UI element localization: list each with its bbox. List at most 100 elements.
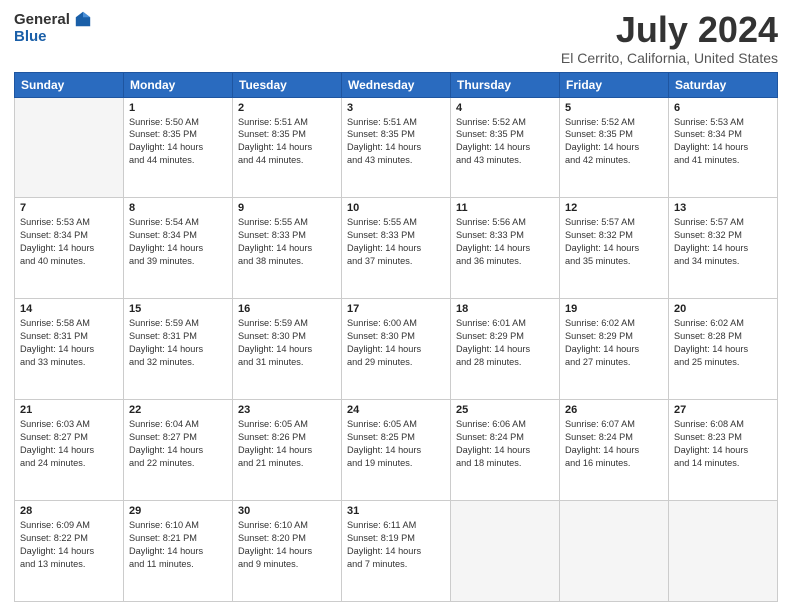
day-number: 15 <box>129 303 227 315</box>
day-info: Sunrise: 5:52 AMSunset: 8:35 PMDaylight:… <box>565 116 663 168</box>
day-info: Sunrise: 6:11 AMSunset: 8:19 PMDaylight:… <box>347 519 445 571</box>
day-info: Sunrise: 5:57 AMSunset: 8:32 PMDaylight:… <box>565 216 663 268</box>
day-number: 30 <box>238 505 336 517</box>
day-number: 22 <box>129 404 227 416</box>
day-number: 14 <box>20 303 118 315</box>
day-info: Sunrise: 5:51 AMSunset: 8:35 PMDaylight:… <box>347 116 445 168</box>
calendar-cell: 19 Sunrise: 6:02 AMSunset: 8:29 PMDayligh… <box>560 299 669 400</box>
calendar-cell <box>15 97 124 198</box>
day-number: 8 <box>129 202 227 214</box>
calendar-cell: 3 Sunrise: 5:51 AMSunset: 8:35 PMDaylight… <box>342 97 451 198</box>
calendar-week-row: 7 Sunrise: 5:53 AMSunset: 8:34 PMDaylight… <box>15 198 778 299</box>
calendar-cell: 27 Sunrise: 6:08 AMSunset: 8:23 PMDayligh… <box>669 400 778 501</box>
calendar-header-row: Sunday Monday Tuesday Wednesday Thursday… <box>15 72 778 97</box>
day-info: Sunrise: 6:08 AMSunset: 8:23 PMDaylight:… <box>674 418 772 470</box>
calendar-cell: 29 Sunrise: 6:10 AMSunset: 8:21 PMDayligh… <box>124 501 233 602</box>
main-title: July 2024 <box>561 10 778 50</box>
day-number: 20 <box>674 303 772 315</box>
calendar-cell: 12Sunrise: 5:57 AMSunset: 8:32 PMDayligh… <box>560 198 669 299</box>
header-tuesday: Tuesday <box>233 72 342 97</box>
calendar-cell: 31 Sunrise: 6:11 AMSunset: 8:19 PMDayligh… <box>342 501 451 602</box>
calendar-cell: 26Sunrise: 6:07 AMSunset: 8:24 PMDayligh… <box>560 400 669 501</box>
day-info: Sunrise: 5:54 AMSunset: 8:34 PMDaylight:… <box>129 216 227 268</box>
title-section: July 2024 El Cerrito, California, United… <box>561 10 778 66</box>
day-info: Sunrise: 6:07 AMSunset: 8:24 PMDaylight:… <box>565 418 663 470</box>
calendar-week-row: 21 Sunrise: 6:03 AMSunset: 8:27 PMDayligh… <box>15 400 778 501</box>
day-number: 5 <box>565 102 663 114</box>
logo-icon <box>74 10 92 28</box>
calendar-cell: 22Sunrise: 6:04 AMSunset: 8:27 PMDayligh… <box>124 400 233 501</box>
day-info: Sunrise: 5:58 AMSunset: 8:31 PMDaylight:… <box>20 317 118 369</box>
day-info: Sunrise: 5:50 AMSunset: 8:35 PMDaylight:… <box>129 116 227 168</box>
day-info: Sunrise: 5:53 AMSunset: 8:34 PMDaylight:… <box>20 216 118 268</box>
calendar-cell: 23Sunrise: 6:05 AMSunset: 8:26 PMDayligh… <box>233 400 342 501</box>
day-number: 17 <box>347 303 445 315</box>
logo: General Blue <box>14 10 92 45</box>
page: General Blue July 2024 El Cerrito, Calif… <box>0 0 792 612</box>
day-number: 11 <box>456 202 554 214</box>
day-number: 2 <box>238 102 336 114</box>
day-number: 29 <box>129 505 227 517</box>
day-info: Sunrise: 6:05 AMSunset: 8:25 PMDaylight:… <box>347 418 445 470</box>
calendar-cell: 11 Sunrise: 5:56 AMSunset: 8:33 PMDayligh… <box>451 198 560 299</box>
header-monday: Monday <box>124 72 233 97</box>
day-number: 19 <box>565 303 663 315</box>
calendar-cell <box>560 501 669 602</box>
calendar-cell <box>451 501 560 602</box>
day-number: 24 <box>347 404 445 416</box>
day-number: 25 <box>456 404 554 416</box>
calendar-cell: 30 Sunrise: 6:10 AMSunset: 8:20 PMDayligh… <box>233 501 342 602</box>
calendar-cell <box>669 501 778 602</box>
day-number: 13 <box>674 202 772 214</box>
calendar-cell: 20 Sunrise: 6:02 AMSunset: 8:28 PMDayligh… <box>669 299 778 400</box>
calendar-cell: 1 Sunrise: 5:50 AMSunset: 8:35 PMDaylight… <box>124 97 233 198</box>
day-info: Sunrise: 5:56 AMSunset: 8:33 PMDaylight:… <box>456 216 554 268</box>
calendar-cell: 10 Sunrise: 5:55 AMSunset: 8:33 PMDayligh… <box>342 198 451 299</box>
header-friday: Friday <box>560 72 669 97</box>
logo-blue-text: Blue <box>14 28 47 45</box>
day-info: Sunrise: 6:02 AMSunset: 8:29 PMDaylight:… <box>565 317 663 369</box>
day-number: 18 <box>456 303 554 315</box>
day-info: Sunrise: 5:59 AMSunset: 8:31 PMDaylight:… <box>129 317 227 369</box>
calendar-cell: 18 Sunrise: 6:01 AMSunset: 8:29 PMDayligh… <box>451 299 560 400</box>
day-info: Sunrise: 6:09 AMSunset: 8:22 PMDaylight:… <box>20 519 118 571</box>
calendar-cell: 4Sunrise: 5:52 AMSunset: 8:35 PMDaylight… <box>451 97 560 198</box>
day-info: Sunrise: 5:59 AMSunset: 8:30 PMDaylight:… <box>238 317 336 369</box>
day-number: 6 <box>674 102 772 114</box>
day-info: Sunrise: 6:10 AMSunset: 8:21 PMDaylight:… <box>129 519 227 571</box>
day-info: Sunrise: 6:06 AMSunset: 8:24 PMDaylight:… <box>456 418 554 470</box>
day-info: Sunrise: 5:57 AMSunset: 8:32 PMDaylight:… <box>674 216 772 268</box>
calendar-cell: 17 Sunrise: 6:00 AMSunset: 8:30 PMDayligh… <box>342 299 451 400</box>
calendar-cell: 6Sunrise: 5:53 AMSunset: 8:34 PMDaylight… <box>669 97 778 198</box>
day-number: 31 <box>347 505 445 517</box>
calendar-cell: 7 Sunrise: 5:53 AMSunset: 8:34 PMDaylight… <box>15 198 124 299</box>
day-info: Sunrise: 6:10 AMSunset: 8:20 PMDaylight:… <box>238 519 336 571</box>
day-info: Sunrise: 6:00 AMSunset: 8:30 PMDaylight:… <box>347 317 445 369</box>
calendar-cell: 25 Sunrise: 6:06 AMSunset: 8:24 PMDayligh… <box>451 400 560 501</box>
header-saturday: Saturday <box>669 72 778 97</box>
day-number: 23 <box>238 404 336 416</box>
calendar-cell: 28Sunrise: 6:09 AMSunset: 8:22 PMDayligh… <box>15 501 124 602</box>
calendar-cell: 13 Sunrise: 5:57 AMSunset: 8:32 PMDayligh… <box>669 198 778 299</box>
day-number: 10 <box>347 202 445 214</box>
header: General Blue July 2024 El Cerrito, Calif… <box>14 10 778 66</box>
header-thursday: Thursday <box>451 72 560 97</box>
logo-general-text: General <box>14 11 70 28</box>
day-info: Sunrise: 6:03 AMSunset: 8:27 PMDaylight:… <box>20 418 118 470</box>
calendar-cell: 14 Sunrise: 5:58 AMSunset: 8:31 PMDayligh… <box>15 299 124 400</box>
day-info: Sunrise: 6:01 AMSunset: 8:29 PMDaylight:… <box>456 317 554 369</box>
day-number: 3 <box>347 102 445 114</box>
day-number: 9 <box>238 202 336 214</box>
calendar-cell: 5 Sunrise: 5:52 AMSunset: 8:35 PMDaylight… <box>560 97 669 198</box>
day-number: 27 <box>674 404 772 416</box>
day-info: Sunrise: 6:02 AMSunset: 8:28 PMDaylight:… <box>674 317 772 369</box>
calendar-cell: 21 Sunrise: 6:03 AMSunset: 8:27 PMDayligh… <box>15 400 124 501</box>
day-info: Sunrise: 5:55 AMSunset: 8:33 PMDaylight:… <box>347 216 445 268</box>
day-number: 7 <box>20 202 118 214</box>
calendar-week-row: 1 Sunrise: 5:50 AMSunset: 8:35 PMDaylight… <box>15 97 778 198</box>
calendar-cell: 24 Sunrise: 6:05 AMSunset: 8:25 PMDayligh… <box>342 400 451 501</box>
day-number: 1 <box>129 102 227 114</box>
day-info: Sunrise: 5:52 AMSunset: 8:35 PMDaylight:… <box>456 116 554 168</box>
day-number: 21 <box>20 404 118 416</box>
calendar-cell: 8 Sunrise: 5:54 AMSunset: 8:34 PMDaylight… <box>124 198 233 299</box>
